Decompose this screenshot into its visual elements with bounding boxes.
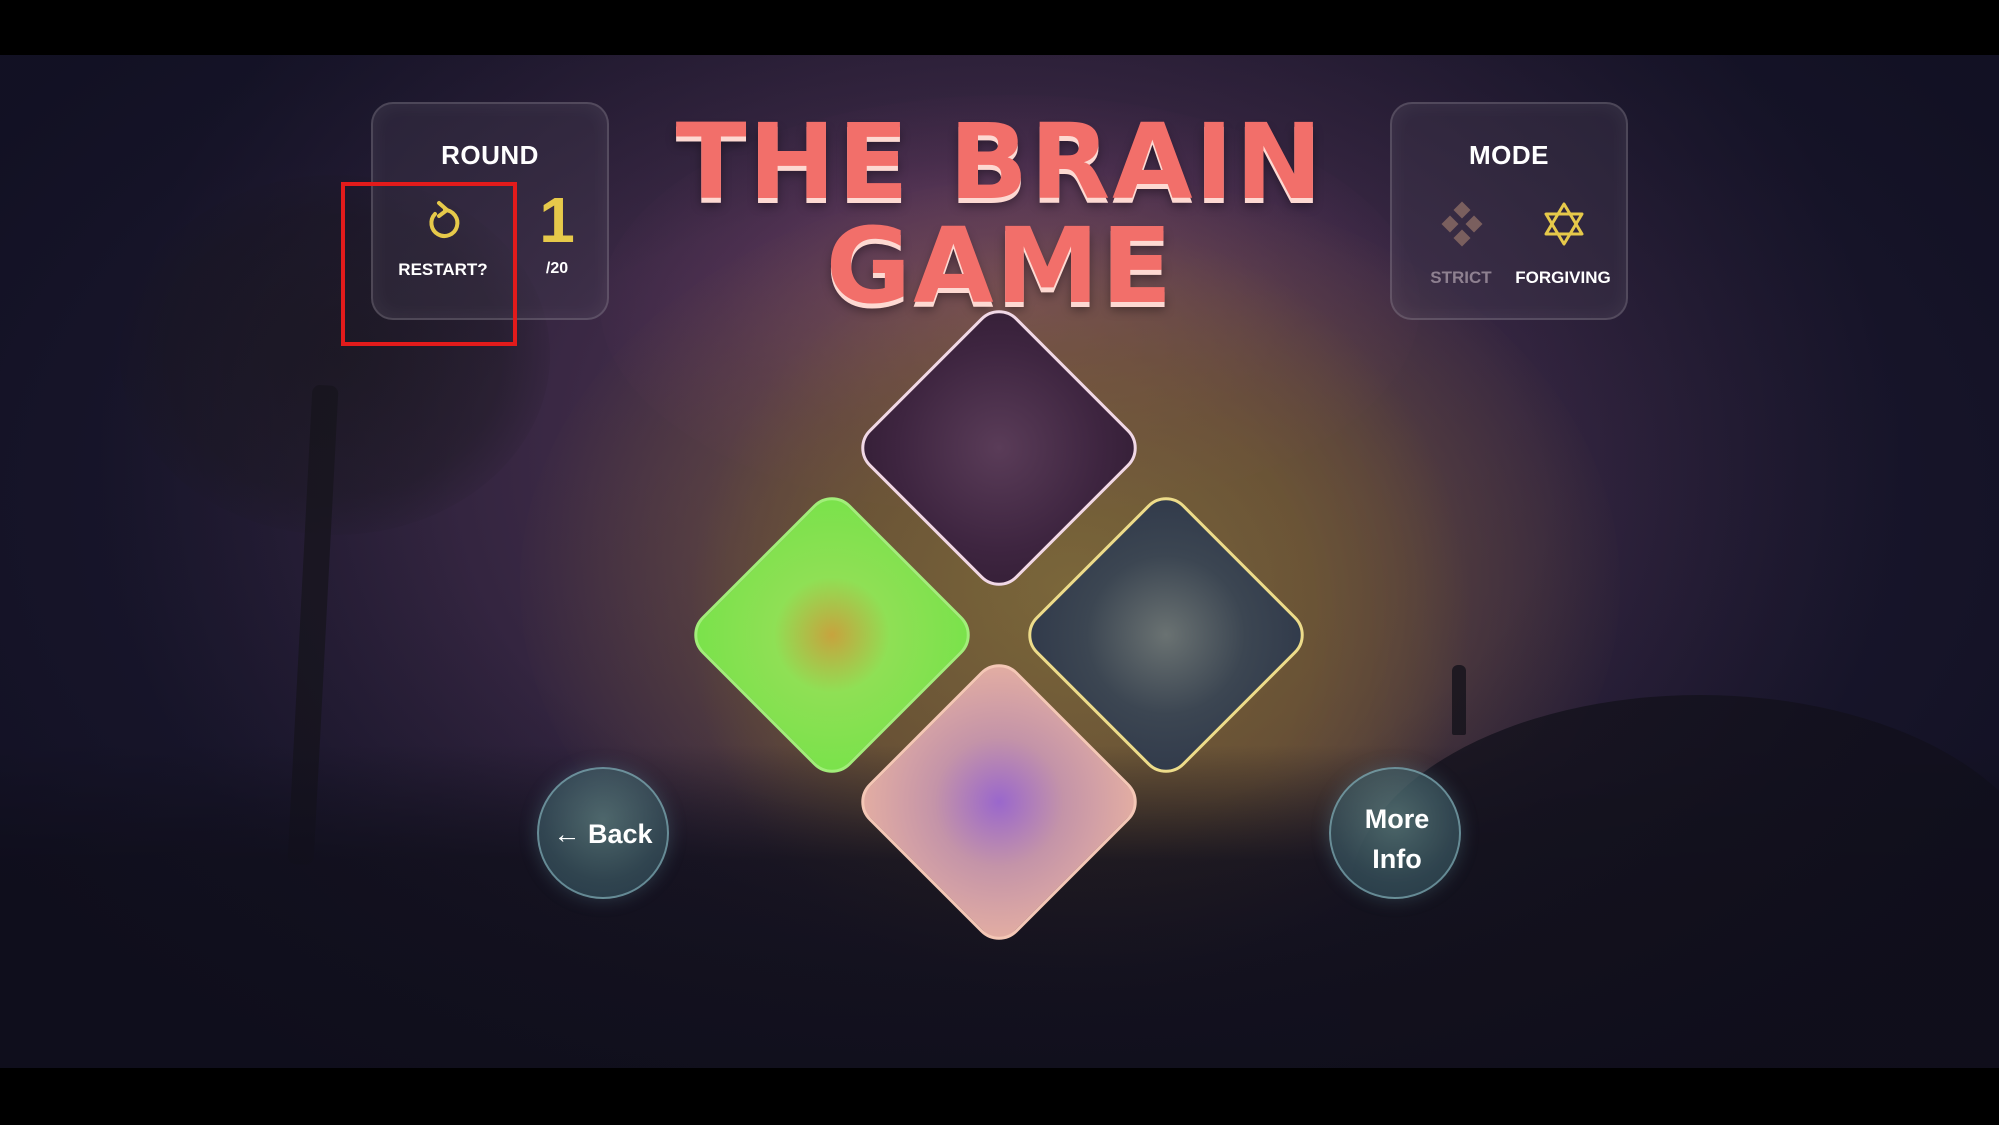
mode-forgiving-option[interactable]: FORGIVING [1508, 200, 1618, 300]
mode-panel: MODE STRICT FORGIVING [1390, 102, 1628, 320]
diamond-cluster-icon [1441, 201, 1483, 247]
mode-forgiving-label: FORGIVING [1515, 268, 1611, 287]
letterbox-top [0, 0, 1999, 55]
letterbox-bottom [0, 1068, 1999, 1125]
back-button[interactable]: ← Back [537, 767, 669, 899]
mode-heading: MODE [1469, 140, 1549, 170]
restart-highlight-box [341, 182, 517, 346]
back-label: ← Back [553, 819, 653, 849]
total-rounds: /20 [545, 260, 569, 277]
title-line-1: THE BRAIN [675, 101, 1325, 223]
more-info-button[interactable]: More Info [1329, 767, 1461, 899]
current-round: 1 [539, 184, 575, 256]
round-heading: ROUND [441, 140, 539, 170]
star-of-david-icon [1544, 202, 1584, 246]
more-info-label: More Info [1364, 804, 1430, 874]
title-line-2: GAME [825, 205, 1175, 327]
game-title: THE BRAIN GAME [620, 110, 1380, 318]
